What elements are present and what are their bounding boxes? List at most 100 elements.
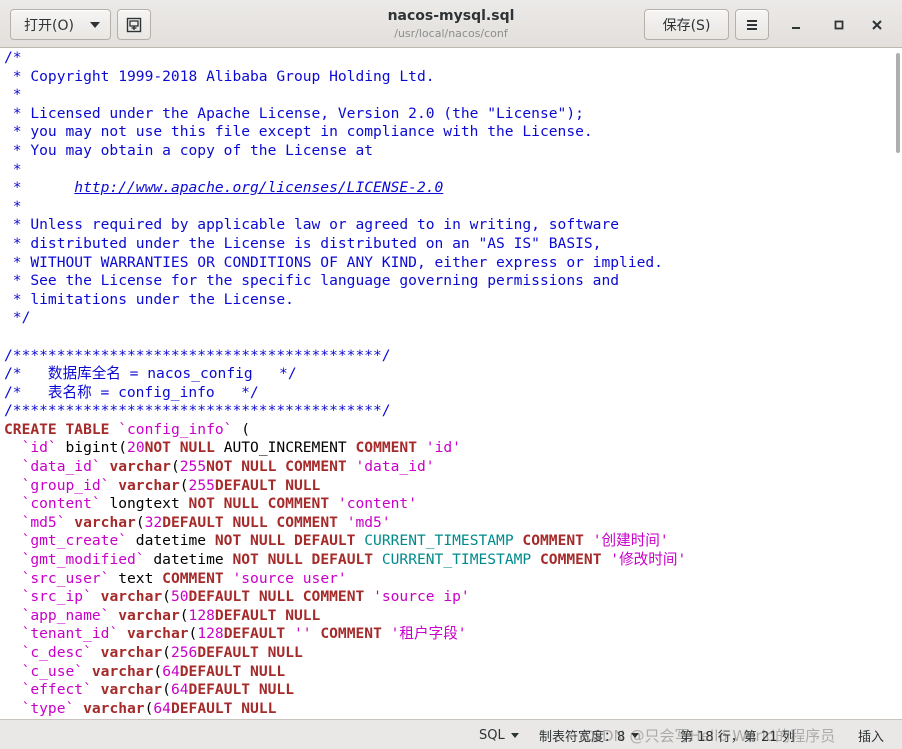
hamburger-menu-button[interactable] [735,9,769,40]
code-token: ( [153,662,163,680]
code-content[interactable]: /* * Copyright 1999-2018 Alibaba Group H… [4,49,686,718]
code-token: ( [232,420,251,438]
status-bar: CSDN @只会写Hello World的程序员 SQL 制表符宽度：8 第 1… [0,719,902,749]
code-line[interactable]: `c_desc` varchar(256DEFAULT NULL [4,644,686,663]
code-line[interactable]: * [4,161,686,180]
code-line[interactable]: * Licensed under the Apache License, Ver… [4,105,686,124]
new-document-button[interactable] [117,9,151,40]
code-line[interactable]: */ [4,309,686,328]
code-line[interactable]: * Copyright 1999-2018 Alibaba Group Hold… [4,68,686,87]
insert-mode: 插入 [858,726,884,745]
code-token: DEFAULT NULL [214,606,321,624]
code-token: NOT NULL DEFAULT [232,551,382,569]
code-token: ( [162,588,171,606]
code-token: varchar [109,476,180,494]
cursor-position: 第 18 行，第 21 列 [680,726,795,745]
code-line[interactable]: /* 数据库全名 = nacos_config */ [4,365,686,384]
chevron-down-icon [631,732,640,738]
code-line[interactable]: * Unless required by applicable law or a… [4,216,686,235]
code-line[interactable]: `c_use` varchar(64DEFAULT NULL [4,663,686,682]
code-line[interactable]: * you may not use this file except in co… [4,123,686,142]
code-line[interactable]: `tenant_id` varchar(128DEFAULT '' COMMEN… [4,625,686,644]
code-token: DEFAULT NULL [188,681,294,699]
code-token: `tenant_id` [21,625,119,643]
code-line[interactable]: `effect` varchar(64DEFAULT NULL [4,681,686,700]
minimize-icon [792,27,800,29]
code-token: `src_ip` [21,588,92,606]
code-line[interactable]: `gmt_modified` datetime NOT NULL DEFAULT… [4,551,687,570]
text-editor-area[interactable]: /* * Copyright 1999-2018 Alibaba Group H… [0,49,894,719]
code-line[interactable]: * distributed under the License is distr… [4,235,686,254]
code-token: DEFAULT [223,625,294,643]
code-token: 64 [162,662,180,680]
code-line[interactable]: * See the License for the specific langu… [4,272,686,291]
vertical-scrollbar[interactable] [894,49,902,719]
code-line[interactable]: /* [4,49,686,68]
code-token: ( [170,458,180,476]
code-token: * [4,160,22,178]
code-token: varchar [100,458,171,476]
language-selector[interactable]: SQL [479,726,519,744]
code-token: 256 [170,644,198,661]
code-line[interactable]: * limitations under the License. [4,291,686,310]
code-line[interactable]: * [4,198,686,217]
close-button[interactable] [862,10,892,40]
code-token: text [109,569,163,587]
code-token: '修改时间' [610,551,687,569]
code-token: * See the License for the specific langu… [4,272,620,290]
code-line[interactable]: * [4,86,686,105]
code-token: COMMENT [311,625,391,643]
tab-width-selector[interactable]: 制表符宽度：8 [539,726,640,745]
code-line[interactable]: `src_user` text COMMENT 'source user' [4,570,686,589]
license-link[interactable]: http://www.apache.org/licenses/LICENSE-2… [74,179,443,196]
code-line[interactable]: `type` varchar(64DEFAULT NULL [4,700,686,719]
code-line[interactable]: /***************************************… [4,347,686,366]
code-line[interactable]: CREATE TABLE `config_info` ( [4,421,686,440]
code-token: `gmt_create` [21,532,128,550]
code-token: datetime [144,551,233,569]
code-line[interactable]: `gmt_create` datetime NOT NULL DEFAULT C… [4,532,686,551]
code-token: 128 [188,606,215,624]
window-title: nacos-mysql.sql [387,8,515,24]
code-token: `type` [21,699,75,717]
code-token: * [4,179,75,197]
save-button[interactable]: 保存(S) [644,9,729,40]
maximize-icon [834,20,844,30]
code-line[interactable]: * http://www.apache.org/licenses/LICENSE… [4,179,686,198]
code-line[interactable]: `group_id` varchar(255DEFAULT NULL [4,477,686,496]
code-line[interactable]: `content` longtext NOT NULL COMMENT 'con… [4,495,686,514]
code-line[interactable]: `app_name` varchar(128DEFAULT NULL [4,607,686,626]
code-line[interactable]: * WITHOUT WARRANTIES OR CONDITIONS OF AN… [4,254,686,273]
code-line[interactable]: `id` bigint(20NOT NULL AUTO_INCREMENT CO… [4,439,686,458]
code-token: COMMENT [513,532,593,550]
code-token: longtext [100,495,189,513]
code-line[interactable]: /***************************************… [4,402,686,421]
code-line[interactable]: * You may obtain a copy of the License a… [4,142,686,161]
code-token: '创建时间' [592,532,669,550]
minimize-button[interactable] [781,10,811,40]
code-token: 'source ip' [373,588,470,606]
code-token: `src_user` [21,569,110,587]
code-line[interactable]: `data_id` varchar(255NOT NULL COMMENT 'd… [4,458,686,477]
code-token: /***************************************… [4,346,391,364]
code-token: varchar [109,606,180,624]
language-label: SQL [479,727,505,743]
window-title-block: nacos-mysql.sql /usr/local/nacos/conf [300,6,602,42]
scrollbar-thumb[interactable] [896,53,900,153]
code-token: CURRENT_TIMESTAMP [381,551,532,569]
code-token: NOT NULL COMMENT [206,458,356,476]
chevron-down-icon [510,732,519,738]
code-token: NOT NULL [144,439,215,457]
code-line[interactable]: `src_ip` varchar(50DEFAULT NULL COMMENT … [4,588,686,607]
open-button[interactable]: 打开(O) [10,9,111,40]
code-line[interactable] [4,328,686,347]
maximize-button[interactable] [824,10,854,40]
code-line[interactable]: /* 表名称 = config_info */ [4,384,686,403]
code-token: * distributed under the License is distr… [4,234,602,252]
code-line[interactable]: `md5` varchar(32DEFAULT NULL COMMENT 'md… [4,514,686,533]
